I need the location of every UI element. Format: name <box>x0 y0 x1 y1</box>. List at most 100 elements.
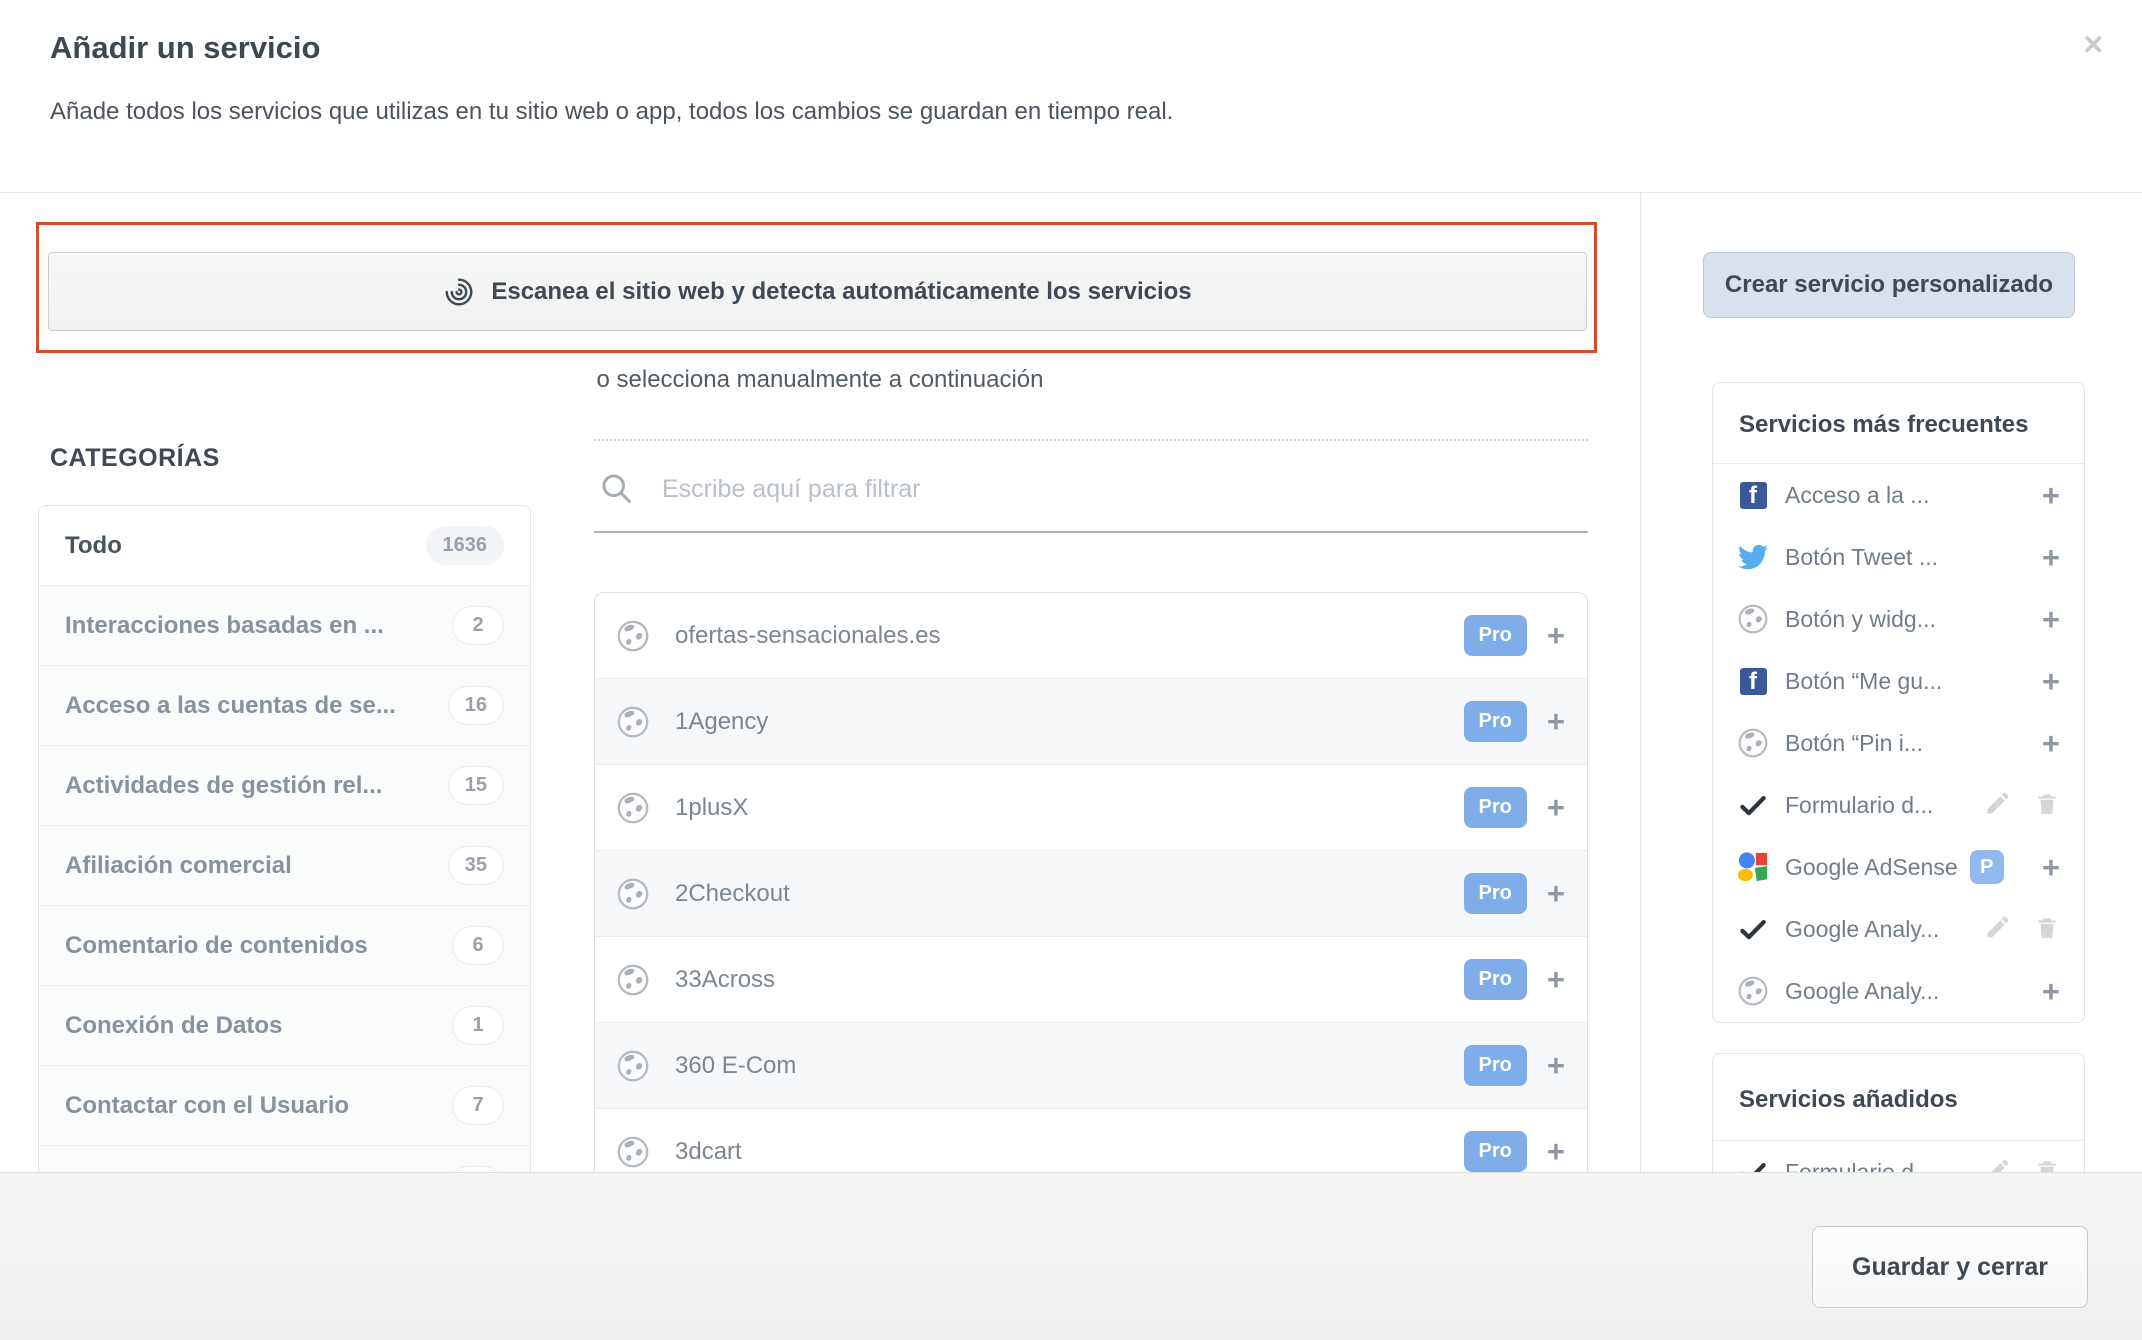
service-row[interactable]: 1plusX Pro + <box>595 764 1587 850</box>
add-icon[interactable]: + <box>2042 604 2060 635</box>
add-icon[interactable]: + <box>2042 976 2060 1007</box>
frequent-service-label: Botón “Pin i... <box>1785 730 1923 757</box>
pro-badge: Pro <box>1464 787 1527 828</box>
pro-badge: Pro <box>1464 959 1527 1000</box>
scan-website-button[interactable]: Escanea el sitio web y detecta automátic… <box>48 252 1587 331</box>
facebook-icon: f <box>1737 482 1769 509</box>
pro-badge: Pro <box>1464 1131 1527 1172</box>
frequent-service-row[interactable]: Google AdSense P + <box>1713 836 2084 898</box>
category-item-contactar[interactable]: Contactar con el Usuario 7 <box>39 1065 530 1145</box>
frequent-service-row[interactable]: Formulario d... <box>1713 774 2084 836</box>
search-underline <box>594 531 1588 533</box>
page-title: Añadir un servicio <box>50 30 320 66</box>
facebook-icon: f <box>1737 668 1769 695</box>
globe-icon <box>617 876 649 912</box>
globe-icon <box>617 962 649 998</box>
frequent-service-row[interactable]: f Acceso a la ... + <box>1713 464 2084 526</box>
add-service-icon[interactable]: + <box>1547 792 1565 823</box>
frequent-service-label: Google Analy... <box>1785 916 1939 943</box>
manual-select-hint: o selecciona manualmente a continuación <box>0 366 1640 394</box>
category-item-conexion-datos[interactable]: Conexión de Datos 1 <box>39 985 530 1065</box>
check-icon <box>1737 790 1769 820</box>
add-icon[interactable]: + <box>2042 852 2060 883</box>
search-input[interactable] <box>660 462 1424 516</box>
frequent-services-heading: Servicios más frecuentes <box>1713 383 2084 464</box>
category-item-todo[interactable]: Todo 1636 <box>39 506 530 585</box>
add-service-modal: Añadir un servicio Añade todos los servi… <box>0 0 2142 1340</box>
add-service-icon[interactable]: + <box>1547 1136 1565 1167</box>
vertical-divider <box>1640 193 1641 1172</box>
add-service-icon[interactable]: + <box>1547 878 1565 909</box>
add-service-icon[interactable]: + <box>1547 620 1565 651</box>
category-label: Conexión de Datos <box>65 1012 452 1040</box>
edit-icon[interactable] <box>1984 789 2012 822</box>
globe-icon <box>617 790 649 826</box>
frequent-service-row[interactable]: Botón y widg... + <box>1713 588 2084 650</box>
add-icon[interactable]: + <box>2042 542 2060 573</box>
category-item-interacciones[interactable]: Interacciones basadas en ... 2 <box>39 585 530 665</box>
globe-icon <box>617 618 649 654</box>
pro-badge: Pro <box>1464 1045 1527 1086</box>
add-service-icon[interactable]: + <box>1547 706 1565 737</box>
frequent-service-label: Botón “Me gu... <box>1785 668 1942 695</box>
service-row[interactable]: 1Agency Pro + <box>595 678 1587 764</box>
category-count-badge: 1 <box>452 1006 504 1045</box>
frequent-service-label: Botón Tweet ... <box>1785 544 1938 571</box>
category-count-badge: 1636 <box>426 526 505 565</box>
service-row[interactable]: 360 E-Com Pro + <box>595 1022 1587 1108</box>
category-count-badge: 35 <box>448 846 504 885</box>
frequent-service-row[interactable]: Botón Tweet ... + <box>1713 526 2084 588</box>
frequent-service-row[interactable]: Google Analy... <box>1713 898 2084 960</box>
globe-icon <box>1737 976 1769 1006</box>
dotted-separator <box>594 439 1588 441</box>
scan-button-label: Escanea el sitio web y detecta automátic… <box>491 278 1191 306</box>
page-subtitle: Añade todos los servicios que utilizas e… <box>50 98 1173 126</box>
add-icon[interactable]: + <box>2042 480 2060 511</box>
category-count-badge: 2 <box>452 606 504 645</box>
delete-icon[interactable] <box>2034 913 2060 946</box>
service-row[interactable]: ofertas-sensacionales.es Pro + <box>595 593 1587 678</box>
frequent-service-label: Botón y widg... <box>1785 606 1936 633</box>
edit-icon[interactable] <box>1984 913 2012 946</box>
google-icon <box>1737 851 1769 883</box>
create-custom-service-button[interactable]: Crear servicio personalizado <box>1703 252 2075 318</box>
scan-spiral-icon <box>443 273 475 311</box>
frequent-service-row[interactable]: f Botón “Me gu... + <box>1713 650 2084 712</box>
category-label: Afiliación comercial <box>65 852 448 880</box>
category-label: Acceso a las cuentas de se... <box>65 692 448 720</box>
frequent-services-panel: Servicios más frecuentes f Acceso a la .… <box>1712 382 2085 1023</box>
category-item-actividades[interactable]: Actividades de gestión rel... 15 <box>39 745 530 825</box>
category-label: Todo <box>65 532 426 560</box>
add-service-icon[interactable]: + <box>1547 964 1565 995</box>
globe-icon <box>1737 728 1769 758</box>
delete-icon[interactable] <box>2034 789 2060 822</box>
categories-heading: CATEGORÍAS <box>50 444 220 473</box>
service-row[interactable]: 2Checkout Pro + <box>595 850 1587 936</box>
pro-badge: Pro <box>1464 873 1527 914</box>
service-list: ofertas-sensacionales.es Pro + 1Agency P… <box>594 592 1588 1192</box>
category-item-afiliacion[interactable]: Afiliación comercial 35 <box>39 825 530 905</box>
frequent-service-row[interactable]: Google Analy... + <box>1713 960 2084 1022</box>
service-name: 2Checkout <box>675 880 1464 908</box>
category-label: Interacciones basadas en ... <box>65 612 452 640</box>
category-count-badge: 7 <box>452 1086 504 1125</box>
service-name: 1plusX <box>675 794 1464 822</box>
save-close-button[interactable]: Guardar y cerrar <box>1812 1226 2088 1308</box>
category-label: Actividades de gestión rel... <box>65 772 448 800</box>
pro-badge: Pro <box>1464 701 1527 742</box>
category-item-acceso-cuentas[interactable]: Acceso a las cuentas de se... 16 <box>39 665 530 745</box>
categories-list: Todo 1636 Interacciones basadas en ... 2… <box>38 505 531 1226</box>
category-item-comentario[interactable]: Comentario de contenidos 6 <box>39 905 530 985</box>
add-service-icon[interactable]: + <box>1547 1050 1565 1081</box>
frequent-service-label: Google AdSense <box>1785 854 1958 881</box>
add-icon[interactable]: + <box>2042 728 2060 759</box>
frequent-service-label: Google Analy... <box>1785 978 1939 1005</box>
added-services-heading: Servicios añadidos <box>1713 1054 2084 1141</box>
service-row[interactable]: 33Across Pro + <box>595 936 1587 1022</box>
close-icon[interactable]: ✕ <box>2082 30 2105 61</box>
frequent-service-row[interactable]: Botón “Pin i... + <box>1713 712 2084 774</box>
header-divider <box>0 192 2142 193</box>
add-icon[interactable]: + <box>2042 666 2060 697</box>
globe-icon <box>617 1134 649 1170</box>
modal-footer: Guardar y cerrar <box>0 1172 2142 1340</box>
